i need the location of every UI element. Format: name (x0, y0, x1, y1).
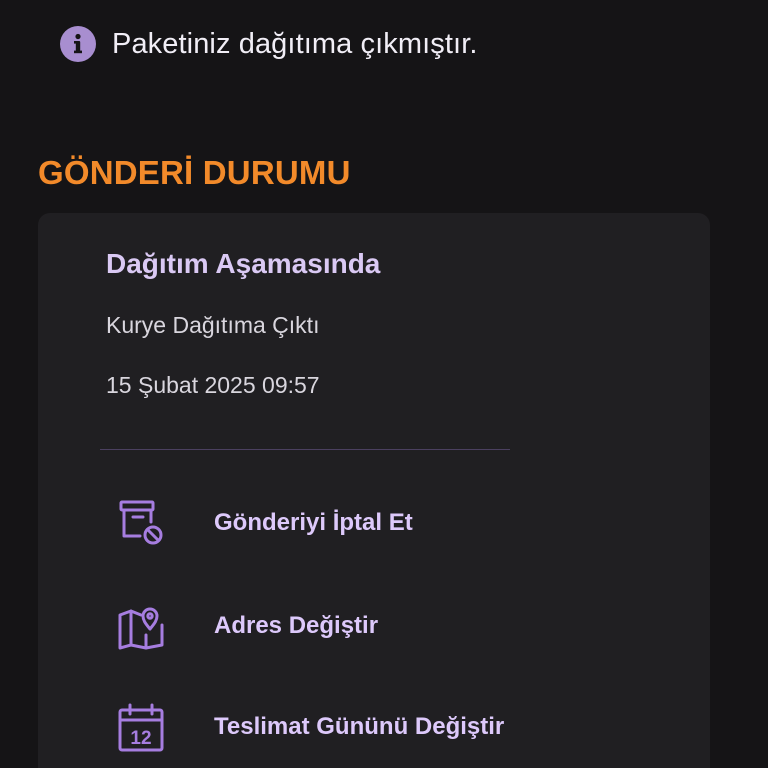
status-datetime: 15 Şubat 2025 09:57 (106, 372, 320, 398)
change-delivery-day-label: Teslimat Gününü Değiştir (214, 713, 505, 740)
cancel-shipment-label: Gönderiyi İptal Et (214, 509, 413, 536)
info-icon (60, 26, 96, 62)
section-title: GÖNDERİ DURUMU (38, 154, 351, 191)
info-message: Paketiniz dağıtıma çıkmıştır. (112, 27, 478, 60)
divider (100, 449, 510, 450)
map-pin-icon (116, 601, 166, 651)
change-address-button[interactable]: Adres Değiştir (116, 598, 676, 654)
change-delivery-day-button[interactable]: 12 Teslimat Gününü Değiştir (116, 699, 676, 755)
page: Paketiniz dağıtıma çıkmıştır. GÖNDERİ DU… (0, 0, 768, 768)
info-banner: Paketiniz dağıtıma çıkmıştır. (60, 26, 478, 62)
status-title: Dağıtım Aşamasında (106, 248, 381, 279)
calendar-day-number: 12 (130, 728, 151, 749)
shipment-status-card: Dağıtım Aşamasında Kurye Dağıtıma Çıktı … (38, 213, 710, 768)
change-address-label: Adres Değiştir (214, 612, 379, 639)
status-description: Kurye Dağıtıma Çıktı (106, 312, 320, 338)
cancel-shipment-icon (116, 498, 166, 548)
cancel-shipment-button[interactable]: Gönderiyi İptal Et (116, 495, 676, 551)
calendar-icon: 12 (116, 702, 166, 752)
